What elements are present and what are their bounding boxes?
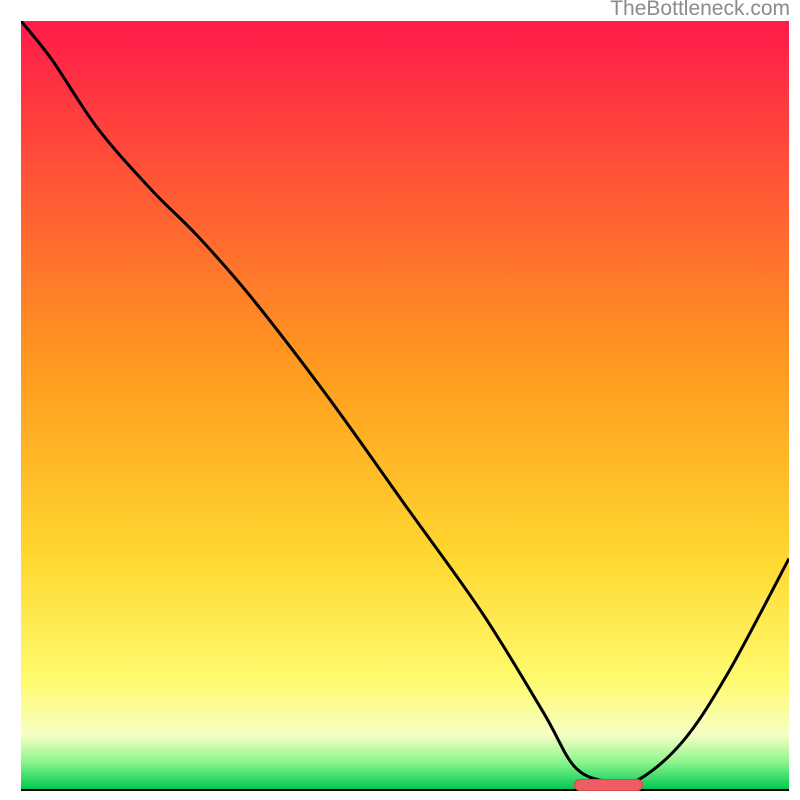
x-axis-line bbox=[21, 789, 789, 791]
optimal-marker-pill bbox=[574, 779, 643, 791]
chart-root: TheBottleneck.com bbox=[0, 0, 800, 800]
watermark-text: TheBottleneck.com bbox=[610, 0, 790, 21]
plot-area bbox=[21, 21, 789, 789]
bottleneck-curve bbox=[21, 21, 789, 789]
